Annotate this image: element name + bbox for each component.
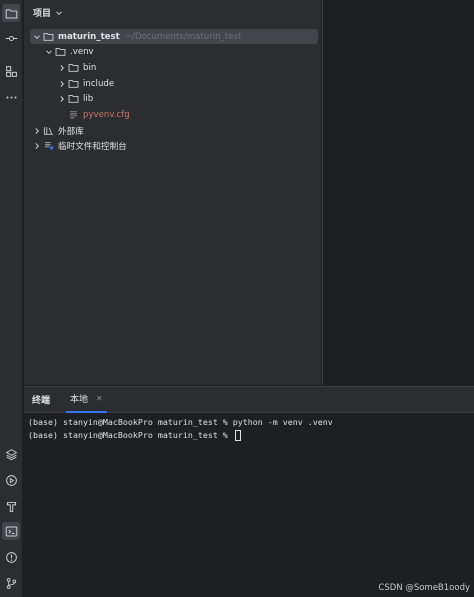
terminal-tool-button[interactable] bbox=[2, 522, 20, 540]
terminal-icon bbox=[5, 526, 17, 536]
run-tool-button[interactable] bbox=[2, 471, 20, 489]
commit-icon bbox=[5, 35, 17, 41]
tree-item-label: include bbox=[83, 78, 115, 89]
git-branch-icon bbox=[6, 577, 16, 589]
tree-item-label: maturin_test bbox=[58, 31, 120, 42]
run-icon bbox=[5, 474, 17, 486]
project-panel-title: 项目 bbox=[33, 9, 52, 19]
folder-icon bbox=[67, 78, 79, 90]
project-tool-button[interactable] bbox=[2, 4, 20, 22]
terminal-line: (base) stanyin@MacBookPro maturin_test % bbox=[28, 430, 233, 440]
build-icon bbox=[6, 501, 16, 512]
editor-area bbox=[322, 0, 474, 385]
activity-bar bbox=[0, 0, 23, 597]
commit-tool-button[interactable] bbox=[2, 29, 20, 47]
folder-icon bbox=[67, 93, 79, 105]
tree-item-scratches[interactable]: 临时文件和控制台 bbox=[32, 138, 127, 153]
folder-icon bbox=[5, 8, 17, 18]
tree-item-venv[interactable]: .venv bbox=[44, 44, 94, 59]
folder-icon bbox=[54, 46, 66, 58]
git-tool-button[interactable] bbox=[2, 574, 20, 592]
project-panel-header[interactable]: 项目 bbox=[24, 0, 321, 25]
folder-icon bbox=[67, 62, 79, 74]
terminal-tab-local[interactable]: 本地 ✕ bbox=[66, 387, 107, 413]
structure-icon bbox=[5, 65, 17, 77]
more-tools-button[interactable] bbox=[2, 88, 20, 106]
watermark: CSDN @SomeB1oody bbox=[378, 583, 470, 593]
terminal-output[interactable]: (base) stanyin@MacBookPro maturin_test %… bbox=[24, 413, 474, 445]
terminal-panel: 终端 本地 ✕ (base) stanyin@MacBookPro maturi… bbox=[24, 386, 474, 597]
terminal-title: 终端 bbox=[32, 396, 51, 406]
problems-icon bbox=[5, 551, 17, 563]
tree-item-bin[interactable]: bin bbox=[57, 60, 96, 75]
build-tool-button[interactable] bbox=[2, 497, 20, 515]
terminal-tab-label: 本地 bbox=[70, 395, 89, 405]
chevron-down-icon[interactable] bbox=[55, 9, 63, 17]
tree-item-maturin-test[interactable]: maturin_test ~/Documents/maturin_test bbox=[30, 29, 318, 44]
library-icon bbox=[42, 125, 54, 137]
tree-item-lib[interactable]: lib bbox=[57, 91, 93, 106]
tree-item-label: bin bbox=[83, 62, 97, 73]
chevron-right-icon[interactable] bbox=[57, 64, 67, 72]
layers-tool-button[interactable] bbox=[2, 445, 20, 463]
tree-item-pyvenv-cfg[interactable]: pyvenv.cfg bbox=[67, 107, 130, 122]
tree-item-label: 临时文件和控制台 bbox=[58, 141, 127, 152]
tree-item-path: ~/Documents/maturin_test bbox=[124, 31, 242, 42]
folder-icon bbox=[42, 31, 54, 43]
tree-item-label: pyvenv.cfg bbox=[83, 109, 130, 120]
tree-item-label: 外部库 bbox=[58, 126, 84, 137]
tree-item-external-libraries[interactable]: 外部库 bbox=[32, 123, 84, 138]
chevron-down-icon[interactable] bbox=[32, 33, 42, 41]
scratch-file-icon bbox=[42, 140, 54, 152]
terminal-prompt-line: (base) stanyin@MacBookPro maturin_test % bbox=[28, 429, 470, 442]
config-file-icon bbox=[67, 109, 79, 121]
chevron-right-icon[interactable] bbox=[57, 95, 67, 103]
project-panel: 项目 maturin_test ~/Documents/maturin_test… bbox=[24, 0, 321, 385]
structure-tool-button[interactable] bbox=[2, 62, 20, 80]
tree-item-label: .venv bbox=[70, 46, 94, 57]
close-icon[interactable]: ✕ bbox=[96, 394, 103, 403]
tree-item-label: lib bbox=[83, 93, 94, 104]
layers-icon bbox=[5, 448, 17, 460]
problems-tool-button[interactable] bbox=[2, 548, 20, 566]
more-icon bbox=[5, 96, 17, 98]
chevron-right-icon[interactable] bbox=[32, 127, 42, 135]
tree-item-include[interactable]: include bbox=[57, 76, 114, 91]
chevron-down-icon[interactable] bbox=[44, 48, 54, 56]
chevron-right-icon[interactable] bbox=[57, 80, 67, 88]
terminal-tab-bar: 终端 本地 ✕ bbox=[24, 387, 474, 413]
chevron-right-icon[interactable] bbox=[32, 142, 42, 150]
terminal-line: (base) stanyin@MacBookPro maturin_test %… bbox=[28, 417, 333, 427]
terminal-cursor bbox=[234, 430, 241, 441]
